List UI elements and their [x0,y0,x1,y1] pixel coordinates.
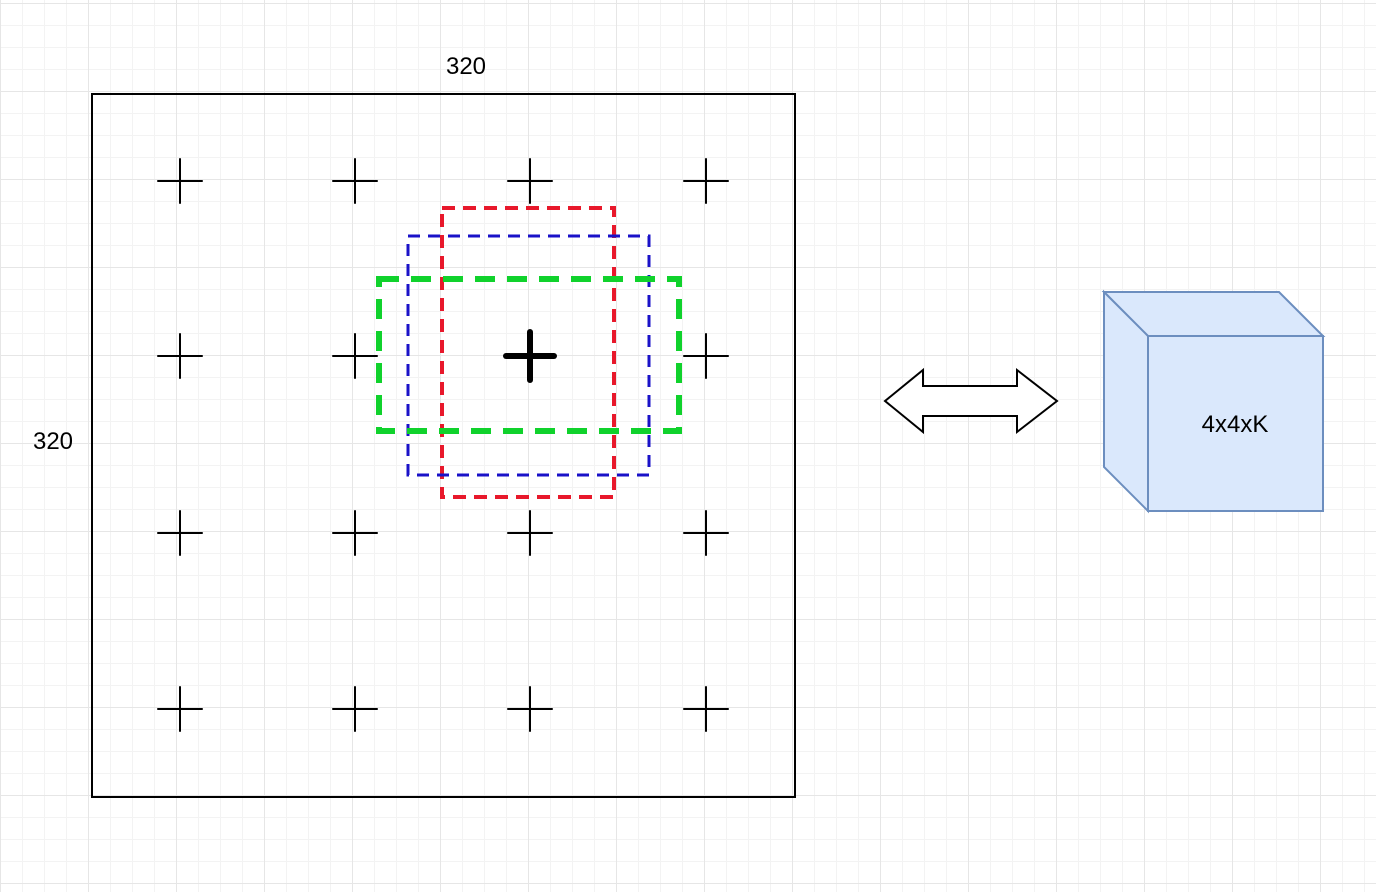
grid-point-cross [332,158,378,204]
grid-point-cross [157,686,203,732]
grid-point-cross [332,333,378,379]
diagram-canvas: 320 320 4x4xK [0,0,1376,892]
grid-point-cross [683,510,729,556]
cube-icon: 4x4xK [1101,289,1326,514]
grid-point-cross [507,686,553,732]
diagram: 320 320 4x4xK [33,53,1326,798]
width-label: 320 [446,53,486,80]
grid-point-cross [507,510,553,556]
grid-point-cross [157,510,203,556]
height-label: 320 [33,428,73,455]
grid-point-cross [332,686,378,732]
cube-label: 4x4xK [1202,411,1269,438]
grid-point-cross [157,333,203,379]
grid-point-cross [683,686,729,732]
double-headed-arrow-icon [883,367,1059,435]
grid-point-cross [507,158,553,204]
grid-point-cross [332,510,378,556]
grid-point-cross [157,158,203,204]
center-point-cross [503,329,557,383]
grid-point-cross [683,333,729,379]
grid-point-cross [683,158,729,204]
